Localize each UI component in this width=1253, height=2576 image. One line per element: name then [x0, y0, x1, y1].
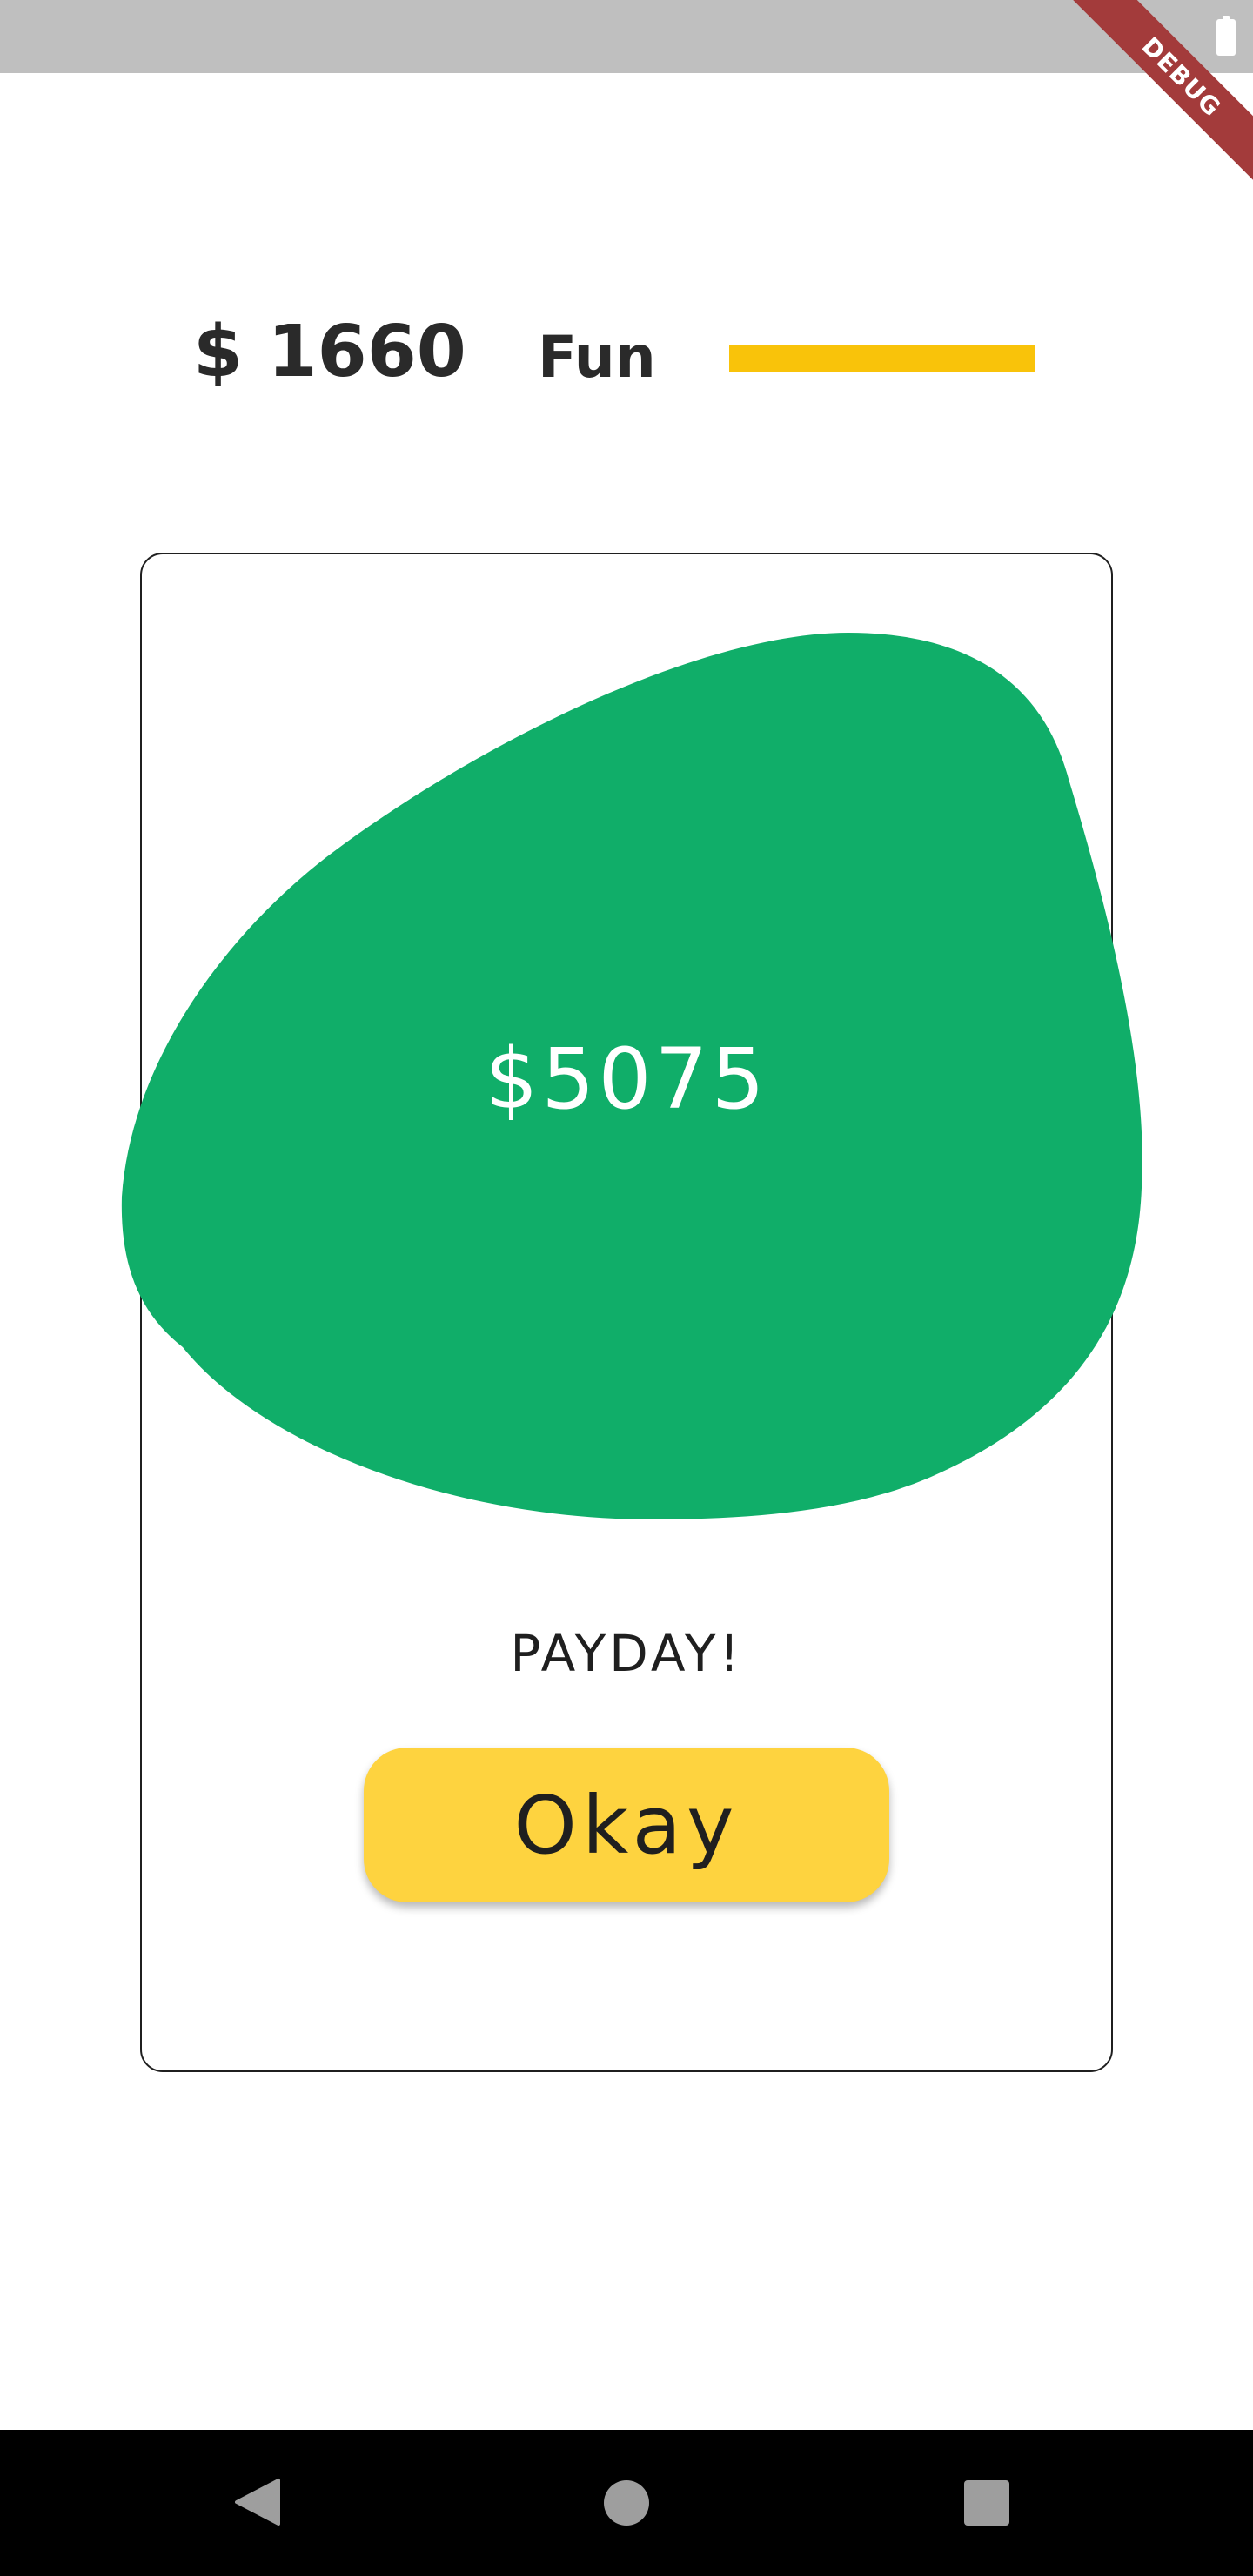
home-icon[interactable]	[604, 2480, 649, 2526]
payday-title: PAYDAY!	[510, 1624, 743, 1683]
okay-button[interactable]: Okay	[364, 1748, 889, 1902]
battery-icon	[1216, 16, 1236, 56]
payday-amount: $5075	[485, 1030, 768, 1128]
fun-stat-bar	[729, 345, 1035, 372]
back-icon[interactable]	[235, 2473, 287, 2531]
status-bar	[0, 0, 1253, 73]
money-balance: $ 1660	[193, 311, 466, 393]
navigation-bar	[0, 2430, 1253, 2576]
fun-stat-bar-fill	[729, 345, 1035, 372]
fun-stat-label: Fun	[538, 324, 656, 391]
recents-icon[interactable]	[964, 2480, 1009, 2526]
payday-screen: DEBUG $ 1660 Fun $5075 PAYDAY! Okay	[0, 0, 1253, 2576]
